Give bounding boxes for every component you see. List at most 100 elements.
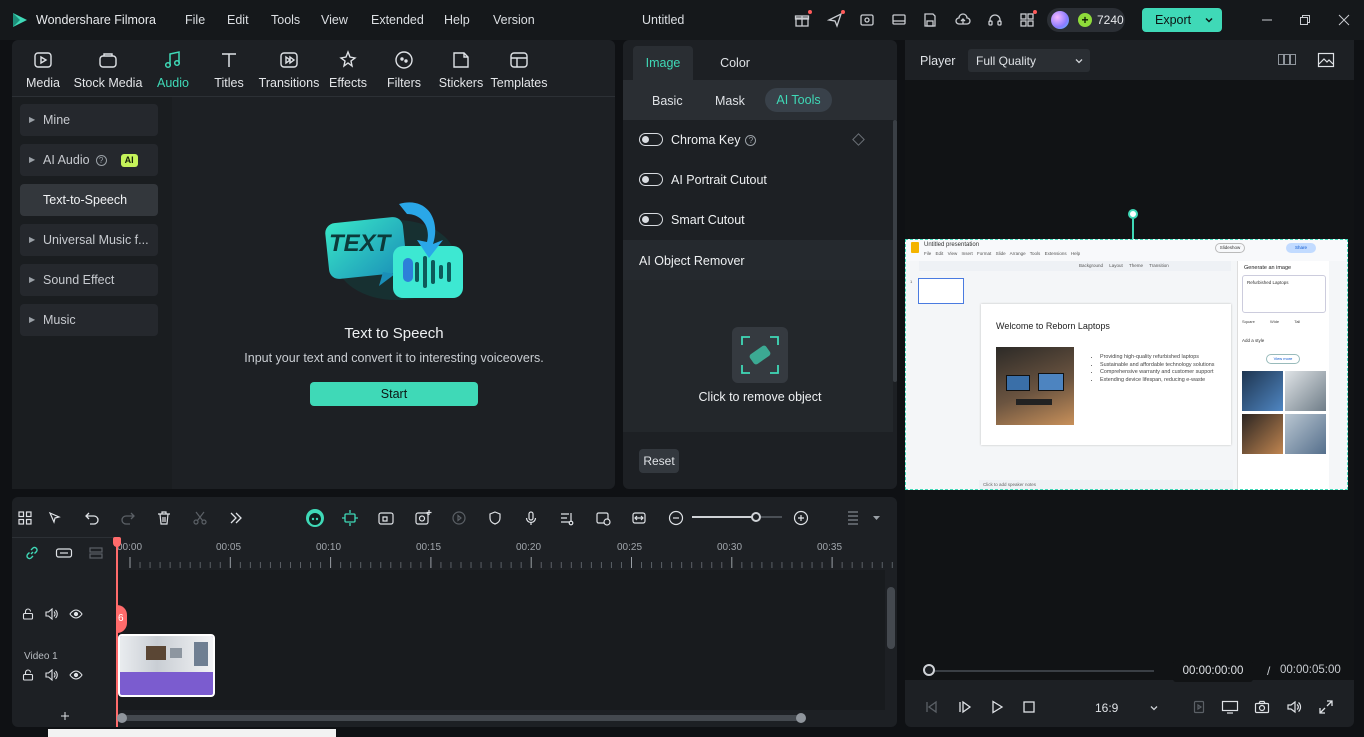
snapshot-camera-icon[interactable] [1254, 699, 1270, 715]
chevron-down-icon[interactable] [872, 515, 881, 521]
play-next-frame-icon[interactable] [957, 699, 973, 715]
render-preview-icon[interactable] [1191, 699, 1207, 715]
timeline-vertical-scrollbar[interactable] [887, 587, 895, 649]
send-icon[interactable] [825, 10, 845, 30]
menu-version[interactable]: Version [493, 13, 535, 27]
menu-file[interactable]: File [185, 13, 205, 27]
tab-image[interactable]: Image [633, 46, 693, 80]
sidebar-item-sound-effect[interactable]: ▶ Sound Effect [20, 264, 158, 296]
track-mute-icon[interactable] [45, 608, 59, 620]
credits-badge[interactable]: + 7240 [1047, 8, 1125, 32]
tab-color[interactable]: Color [705, 46, 765, 80]
playhead-handle[interactable] [113, 537, 121, 547]
fit-timeline-icon[interactable] [628, 507, 650, 529]
quality-select[interactable]: Full Quality [968, 49, 1090, 72]
magnet-snap-icon[interactable] [55, 545, 73, 561]
timeline-horizontal-scrollbar[interactable] [120, 715, 802, 721]
previous-frame-icon[interactable] [924, 699, 940, 715]
apps-grid-icon[interactable] [1017, 10, 1037, 30]
stop-icon[interactable] [1021, 699, 1037, 715]
zoom-in-icon[interactable] [790, 507, 812, 529]
auto-reframe-icon[interactable] [375, 507, 397, 529]
ai-portrait-cutout-toggle[interactable] [639, 173, 663, 186]
scrollbar-left-handle[interactable] [117, 713, 127, 723]
object-remover-area[interactable]: Click to remove object [623, 280, 893, 432]
maximize-icon[interactable] [1295, 10, 1315, 30]
progress-track[interactable] [929, 670, 1154, 672]
chevron-down-icon[interactable] [1204, 15, 1214, 25]
track-lock-icon[interactable] [22, 669, 34, 681]
tab-stock-media[interactable]: Stock Media [73, 48, 143, 90]
export-button[interactable]: Export [1142, 8, 1222, 32]
sidebar-item-universal-music[interactable]: ▶ Universal Music f... [20, 224, 158, 256]
sidebar-item-music[interactable]: ▶ Music [20, 304, 158, 336]
track-layout-icon[interactable] [842, 507, 864, 529]
play-range-icon[interactable] [448, 507, 470, 529]
sidebar-item-mine[interactable]: ▶ Mine [20, 104, 158, 136]
track-mute-icon[interactable] [45, 669, 59, 681]
help-icon[interactable]: ? [745, 135, 757, 147]
menu-help[interactable]: Help [444, 13, 470, 27]
tab-media[interactable]: Media [8, 48, 78, 90]
aspect-ratio-select[interactable]: 16:9 [1085, 697, 1161, 719]
minimize-icon[interactable] [1257, 10, 1277, 30]
menu-edit[interactable]: Edit [227, 13, 249, 27]
marker-shield-icon[interactable] [484, 507, 506, 529]
subtab-mask[interactable]: Mask [715, 94, 745, 108]
add-track-icon[interactable] [60, 711, 70, 721]
video-clip[interactable] [118, 634, 215, 697]
headset-icon[interactable] [985, 10, 1005, 30]
ai-mate-icon[interactable] [304, 507, 326, 529]
chevron-down-icon[interactable] [1074, 56, 1084, 66]
sidebar-item-ai-audio[interactable]: ▶ AI Audio? AI [20, 144, 158, 176]
cloud-upload-icon[interactable] [953, 10, 973, 30]
current-time[interactable]: 00:00:00:00 [1173, 660, 1253, 682]
auto-ripple-icon[interactable] [339, 507, 361, 529]
help-icon[interactable]: ? [95, 155, 107, 167]
scrollbar-right-handle[interactable] [796, 713, 806, 723]
progress-handle[interactable] [923, 664, 935, 676]
gift-icon[interactable] [792, 10, 812, 30]
more-tools-icon[interactable] [225, 507, 247, 529]
subtab-basic[interactable]: Basic [652, 94, 683, 108]
tab-templates[interactable]: Templates [484, 48, 554, 90]
zoom-slider-handle[interactable] [750, 512, 761, 522]
auto-highlight-icon[interactable] [592, 507, 614, 529]
start-button[interactable]: Start [310, 382, 478, 406]
display-settings-icon[interactable] [1221, 699, 1239, 715]
delete-icon[interactable] [153, 507, 175, 529]
redo-icon[interactable] [117, 507, 139, 529]
smart-cutout-toggle[interactable] [639, 213, 663, 226]
avatar[interactable] [1051, 11, 1069, 29]
undo-icon[interactable] [81, 507, 103, 529]
play-icon[interactable] [989, 699, 1005, 715]
volume-icon[interactable] [1286, 699, 1302, 715]
zoom-out-icon[interactable] [665, 507, 687, 529]
chevron-down-icon[interactable] [1149, 703, 1159, 713]
menu-tools[interactable]: Tools [271, 13, 300, 27]
menu-extended[interactable]: Extended [371, 13, 424, 27]
fullscreen-icon[interactable] [1318, 699, 1334, 715]
layout-grid-icon[interactable] [14, 507, 36, 529]
keyframe-icon[interactable] [852, 133, 865, 146]
save-icon[interactable] [920, 10, 940, 30]
menu-view[interactable]: View [321, 13, 348, 27]
link-icon[interactable] [24, 545, 40, 561]
track-manager-icon[interactable] [88, 545, 104, 561]
track-visibility-icon[interactable] [69, 669, 83, 681]
select-tool-icon[interactable] [44, 507, 66, 529]
selection-box[interactable] [905, 239, 1348, 490]
track-visibility-icon[interactable] [69, 608, 83, 620]
add-media-icon[interactable] [412, 507, 434, 529]
audio-mixer-icon[interactable] [556, 507, 578, 529]
subtab-ai-tools[interactable]: AI Tools [765, 88, 832, 112]
plus-credit-icon[interactable]: + [1078, 13, 1092, 27]
split-scissors-icon[interactable] [189, 507, 211, 529]
properties-scrollbar[interactable] [893, 120, 897, 382]
track-lock-icon[interactable] [22, 608, 34, 620]
rotate-handle[interactable] [1128, 209, 1138, 219]
chroma-key-toggle[interactable] [639, 133, 663, 146]
media-download-icon[interactable] [857, 10, 877, 30]
monitor-icon[interactable] [889, 10, 909, 30]
taskbar-window-preview[interactable] [48, 729, 336, 737]
